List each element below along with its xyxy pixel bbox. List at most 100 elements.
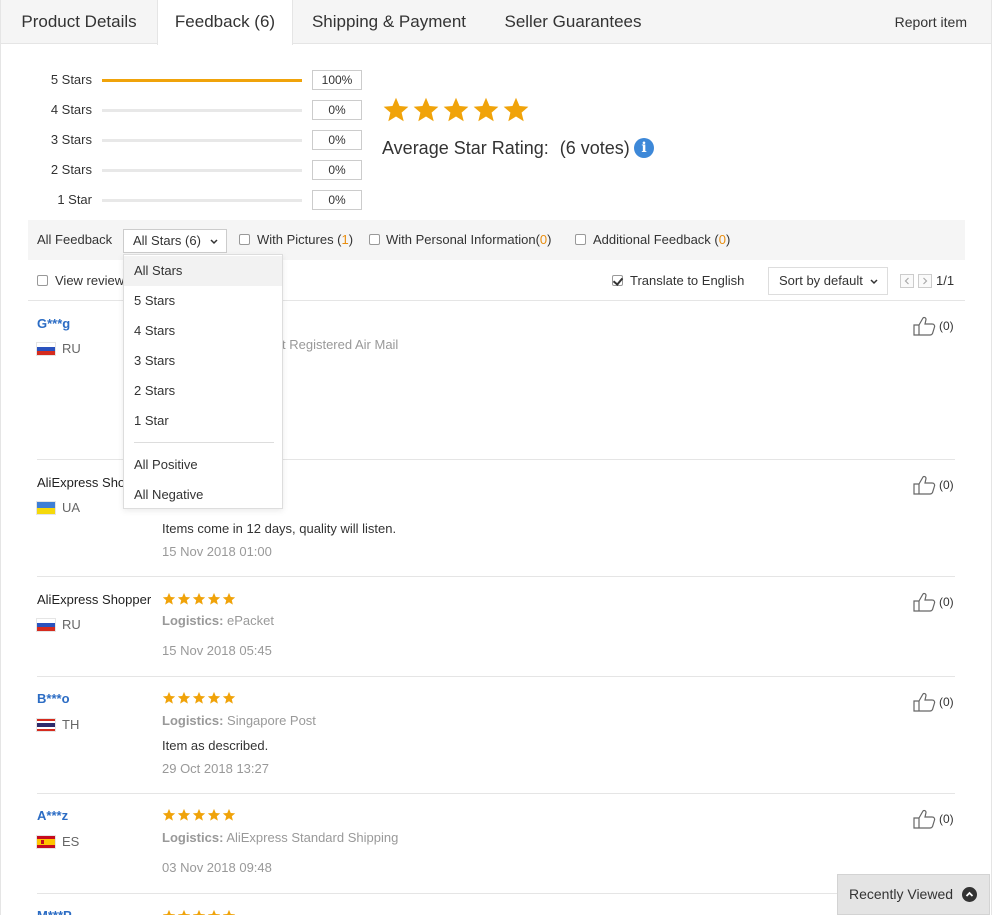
dropdown-divider bbox=[134, 442, 274, 443]
with-pictures-count: 1 bbox=[341, 232, 349, 247]
review-text: Item as described. bbox=[162, 738, 269, 753]
tab-feedback[interactable]: Feedback (6) bbox=[157, 0, 293, 45]
translate-label[interactable]: Translate to English bbox=[630, 272, 744, 290]
flag-es-icon bbox=[37, 836, 55, 848]
histogram-bar bbox=[102, 169, 302, 172]
thumbs-up-icon bbox=[913, 692, 936, 712]
review-date: 29 Oct 2018 13:27 bbox=[162, 761, 269, 776]
dropdown-option-all-negative[interactable]: All Negative bbox=[124, 480, 282, 510]
reviewer-country: UA bbox=[62, 500, 81, 515]
reviewer-country: TH bbox=[62, 717, 80, 732]
tab-seller-guarantees[interactable]: Seller Guarantees bbox=[485, 0, 661, 44]
star-icon bbox=[503, 97, 529, 122]
reviewer-country: RU bbox=[62, 341, 81, 356]
view-reviews-label[interactable]: View review bbox=[55, 272, 124, 290]
review-star-rating bbox=[162, 691, 236, 706]
divider bbox=[37, 793, 955, 794]
star-filter-select[interactable]: All Stars (6) bbox=[123, 229, 227, 253]
translate-checkbox[interactable] bbox=[612, 275, 623, 286]
thumbs-up-icon bbox=[913, 475, 936, 495]
star-icon bbox=[177, 909, 191, 915]
tab-bar: Product Details Feedback (6) Shipping & … bbox=[0, 0, 992, 45]
with-personal-info-label[interactable]: With Personal Information(0) bbox=[386, 220, 551, 260]
review-star-rating bbox=[162, 808, 236, 823]
star-icon bbox=[222, 909, 236, 915]
additional-count: 0 bbox=[718, 232, 726, 247]
info-icon[interactable]: i bbox=[634, 138, 654, 158]
reviewer-name[interactable]: A***z bbox=[37, 807, 68, 825]
tab-shipping-payment[interactable]: Shipping & Payment bbox=[293, 0, 485, 44]
histogram-label: 5 Stars bbox=[50, 72, 92, 87]
star-icon bbox=[207, 691, 221, 704]
histogram-bar bbox=[102, 199, 302, 202]
additional-feedback-label[interactable]: Additional Feedback (0) bbox=[593, 220, 730, 260]
chevron-down-icon bbox=[870, 279, 878, 285]
sort-value: Sort by default bbox=[779, 273, 863, 288]
chevron-left-icon bbox=[904, 277, 909, 285]
all-feedback-link[interactable]: All Feedback bbox=[37, 220, 112, 260]
star-icon bbox=[177, 808, 191, 821]
additional-feedback-checkbox[interactable] bbox=[575, 234, 586, 245]
tab-product-details[interactable]: Product Details bbox=[1, 0, 157, 44]
thumbs-up-icon bbox=[913, 809, 936, 829]
helpful-count: (0) bbox=[939, 478, 954, 492]
dropdown-option-3-stars[interactable]: 3 Stars bbox=[124, 346, 282, 376]
dropdown-option-4-stars[interactable]: 4 Stars bbox=[124, 316, 282, 346]
dropdown-option-1-star[interactable]: 1 Star bbox=[124, 406, 282, 436]
star-icon bbox=[222, 691, 236, 704]
recently-viewed-button[interactable]: Recently Viewed bbox=[837, 874, 990, 915]
flag-th-icon bbox=[37, 719, 55, 731]
with-personal-info-checkbox[interactable] bbox=[369, 234, 380, 245]
recently-viewed-label: Recently Viewed bbox=[849, 886, 954, 902]
dropdown-option-all-positive[interactable]: All Positive bbox=[124, 450, 282, 480]
logistics-info: Logistics: AliExpress Standard Shipping bbox=[162, 829, 398, 847]
view-reviews-checkbox[interactable] bbox=[37, 275, 48, 286]
reviewer-country: ES bbox=[62, 834, 80, 849]
star-icon bbox=[443, 97, 469, 122]
star-icon bbox=[162, 592, 176, 605]
histogram-label: 1 Star bbox=[57, 192, 92, 207]
review-text: Items come in 12 days, quality will list… bbox=[162, 521, 397, 536]
star-icon bbox=[473, 97, 499, 122]
with-pictures-checkbox[interactable] bbox=[239, 234, 250, 245]
star-icon bbox=[207, 808, 221, 821]
histogram-bar-fill bbox=[102, 79, 302, 82]
star-icon bbox=[162, 909, 176, 915]
star-filter-value: All Stars (6) bbox=[133, 233, 201, 248]
reviewer-name[interactable]: G***g bbox=[37, 315, 70, 333]
logistics-value: ePacket bbox=[227, 613, 275, 628]
histogram-label: 3 Stars bbox=[50, 132, 92, 147]
histogram-bar bbox=[102, 109, 302, 112]
dropdown-option-2-stars[interactable]: 2 Stars bbox=[124, 376, 282, 406]
paren: ) bbox=[725, 232, 731, 247]
histogram-percent: 100% bbox=[312, 70, 362, 90]
dropdown-option-5-stars[interactable]: 5 Stars bbox=[124, 286, 282, 316]
star-filter-dropdown: All Stars 5 Stars 4 Stars 3 Stars 2 Star… bbox=[123, 254, 283, 509]
histogram-percent: 0% bbox=[312, 160, 362, 180]
reviewer-name: AliExpress Shopper bbox=[37, 592, 152, 607]
next-page-button[interactable] bbox=[918, 274, 932, 288]
divider bbox=[37, 576, 955, 577]
report-item-link[interactable]: Report item bbox=[895, 0, 967, 44]
chevron-down-icon bbox=[210, 239, 218, 245]
divider bbox=[37, 893, 955, 894]
thumbs-up-icon bbox=[913, 316, 936, 336]
star-icon bbox=[207, 909, 221, 915]
additional-text: Additional Feedback ( bbox=[593, 232, 719, 247]
dropdown-option-all-stars[interactable]: All Stars bbox=[124, 256, 282, 286]
star-icon bbox=[413, 97, 439, 122]
with-pictures-text: With Pictures ( bbox=[257, 232, 342, 247]
average-rating-label: Average Star Rating: bbox=[382, 138, 549, 158]
star-icon bbox=[222, 808, 236, 821]
star-icon bbox=[222, 592, 236, 605]
logistics-label: Logistics: bbox=[162, 613, 224, 628]
reviewer-name[interactable]: M***P bbox=[37, 907, 72, 915]
reviewer-name[interactable]: B***o bbox=[37, 690, 70, 708]
helpful-count: (0) bbox=[939, 319, 954, 333]
page-indicator: 1/1 bbox=[936, 273, 955, 288]
star-icon bbox=[162, 691, 176, 704]
reviewer-country: RU bbox=[62, 617, 81, 632]
sort-select[interactable]: Sort by default bbox=[768, 267, 888, 295]
prev-page-button[interactable] bbox=[900, 274, 914, 288]
logistics-label: Logistics: bbox=[162, 713, 224, 728]
